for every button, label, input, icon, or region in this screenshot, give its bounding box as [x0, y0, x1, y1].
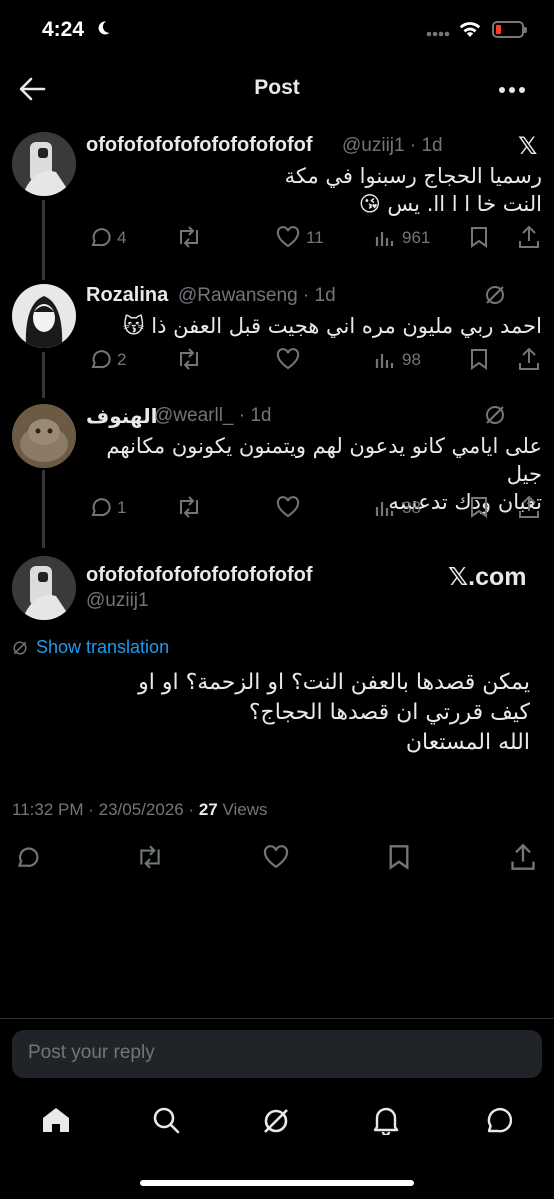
wifi-icon	[459, 22, 481, 37]
share-icon[interactable]	[518, 495, 540, 519]
author-handle[interactable]: @Rawanseng · 1d	[178, 285, 336, 307]
share-icon[interactable]	[518, 347, 540, 371]
post-text: احمد ربي مليون مره اني هجيت قبل العفن ذا…	[122, 314, 542, 338]
grok-icon[interactable]	[484, 284, 506, 306]
status-bar: 4:24	[0, 0, 554, 62]
avatar-image	[12, 404, 76, 468]
views-icon[interactable]	[374, 228, 394, 248]
avatar[interactable]	[12, 556, 76, 620]
views-icon[interactable]	[374, 498, 394, 518]
main-post: ofofofofofofofofofofofof @uziij1 𝕏.com S…	[0, 548, 554, 848]
battery-icon	[492, 21, 527, 38]
view-count: 98	[402, 350, 421, 369]
translate-icon	[13, 641, 27, 655]
views-count: 27	[198, 800, 218, 819]
view-count: 961	[402, 228, 431, 247]
messages-icon[interactable]	[483, 1105, 513, 1135]
more-icon[interactable]	[498, 86, 526, 94]
avatar[interactable]	[12, 132, 76, 196]
status-time: 4:24	[42, 18, 85, 41]
heart-icon[interactable]	[276, 496, 300, 518]
bookmark-icon[interactable]	[470, 226, 488, 248]
x-logo-icon: 𝕏	[518, 133, 538, 160]
retweet-icon[interactable]	[176, 348, 202, 370]
action-bar: 2 98	[86, 346, 542, 376]
main-action-bar	[0, 842, 554, 874]
bookmark-icon[interactable]	[388, 844, 410, 870]
reply-count: 4	[117, 228, 127, 247]
post-text: رسميا الحجاج رسبنوا في مكة النت خا ا ا ا…	[284, 164, 542, 216]
author-name[interactable]: Rozalina	[86, 284, 168, 307]
heart-icon[interactable]	[276, 226, 300, 248]
like-count: 11	[306, 228, 324, 247]
reply-count: 1	[117, 498, 127, 517]
reply-icon[interactable]	[88, 225, 112, 249]
author-name[interactable]: ofofofofofofofofofofofof	[86, 134, 313, 157]
reply-icon[interactable]	[88, 495, 112, 519]
post-text: يمكن قصدها بالعفن النت؟ او الزحمة؟ او او…	[138, 670, 530, 755]
avatar-image	[12, 284, 76, 348]
bottom-tab-bar	[0, 1086, 554, 1156]
avatar[interactable]	[12, 404, 76, 468]
retweet-icon[interactable]	[176, 496, 202, 518]
bookmark-icon[interactable]	[470, 496, 488, 518]
views-icon[interactable]	[374, 350, 394, 370]
retweet-icon[interactable]	[136, 845, 164, 869]
top-nav: Post	[0, 62, 554, 114]
heart-icon[interactable]	[262, 845, 290, 869]
grok-icon[interactable]	[484, 404, 506, 426]
action-bar: 4 11 961	[86, 224, 542, 254]
author-handle[interactable]: @uziij1 · 1d	[342, 135, 443, 157]
reply-input[interactable]: Post your reply	[12, 1030, 542, 1078]
author-handle[interactable]: @wearll_ · 1d	[154, 405, 272, 427]
reply-icon[interactable]	[14, 844, 40, 870]
author-name[interactable]: ofofofofofofofofofofofof	[86, 564, 313, 587]
grok-icon[interactable]	[261, 1106, 291, 1136]
view-count: 38	[402, 498, 421, 517]
x-com-badge[interactable]: 𝕏.com	[448, 562, 527, 592]
avatar-image	[12, 556, 76, 620]
share-icon[interactable]	[510, 843, 536, 871]
share-icon[interactable]	[518, 225, 540, 249]
thread-post[interactable]: Rozalina @Rawanseng · 1d احمد ربي مليون …	[0, 272, 554, 390]
search-icon[interactable]	[152, 1106, 180, 1134]
divider	[0, 1018, 554, 1019]
action-bar: 1 38	[86, 494, 542, 524]
retweet-icon[interactable]	[176, 226, 202, 248]
post-timestamp: 11:32 PM · 23/05/2026 · 27 Views	[12, 800, 268, 819]
thread-post[interactable]: ofofofofofofofofofofofof @uziij1 · 1d 𝕏 …	[0, 122, 554, 262]
reply-icon[interactable]	[88, 347, 112, 371]
avatar-image	[12, 132, 76, 196]
bookmark-icon[interactable]	[470, 348, 488, 370]
show-translation-link[interactable]: Show translation	[36, 637, 169, 658]
notifications-icon[interactable]	[372, 1105, 400, 1135]
reply-placeholder: Post your reply	[28, 1042, 155, 1063]
moon-icon	[98, 21, 110, 35]
thread-post[interactable]: الهنوف @wearll_ · 1d على ايامي كانو يدعو…	[0, 392, 554, 538]
author-handle[interactable]: @uziij1	[86, 590, 149, 612]
home-indicator	[140, 1180, 414, 1186]
cellular-signal-icon	[426, 31, 450, 37]
heart-icon[interactable]	[276, 348, 300, 370]
home-icon[interactable]	[41, 1106, 71, 1134]
avatar[interactable]	[12, 284, 76, 348]
author-name[interactable]: الهنوف	[86, 404, 158, 428]
reply-count: 2	[117, 350, 127, 369]
page-title: Post	[254, 76, 300, 99]
